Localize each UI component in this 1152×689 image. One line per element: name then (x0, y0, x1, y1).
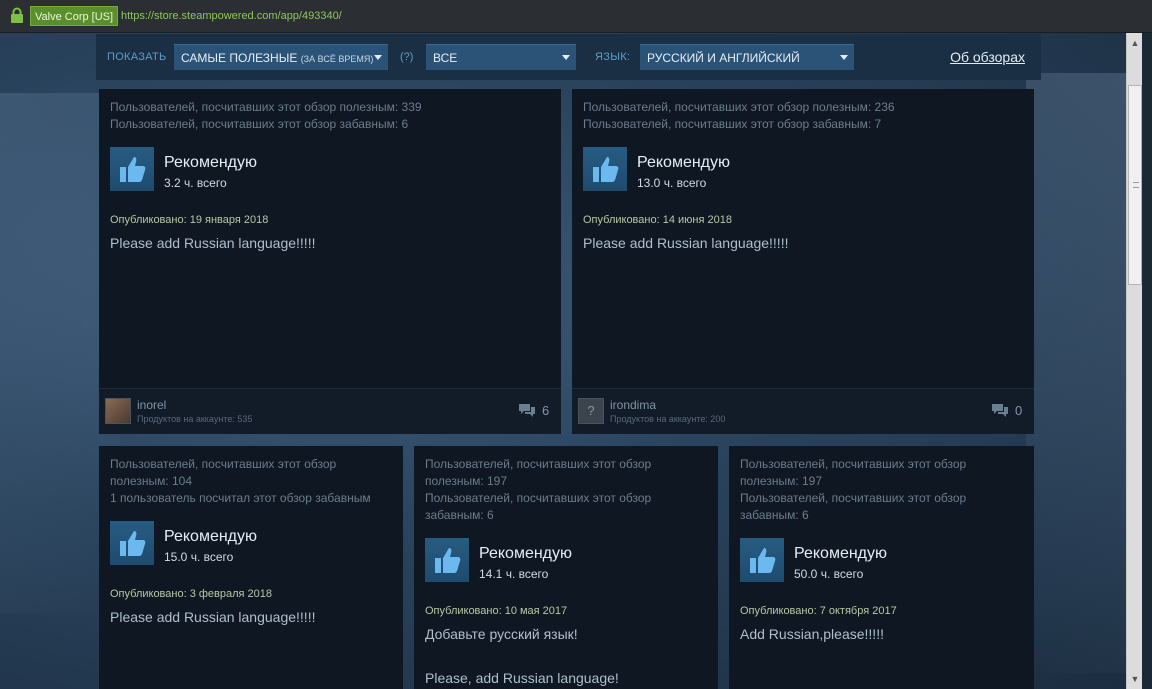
window-edge (1142, 33, 1152, 689)
funny-count-value: забавным: 6 (740, 508, 809, 522)
posted-date: Опубликовано: 19 января 2018 (110, 214, 269, 226)
chevron-down-icon (840, 55, 848, 60)
thumbs-up-icon[interactable] (740, 538, 784, 582)
comment-count[interactable]: 6 (542, 403, 549, 418)
scroll-down-icon[interactable]: ▼ (1129, 672, 1141, 686)
posted-date: Опубликовано: 7 октября 2017 (740, 605, 897, 617)
comment-count[interactable]: 0 (1015, 403, 1022, 418)
recommendation-label[interactable]: Рекомендую (794, 545, 887, 563)
recommendation-label[interactable]: Рекомендую (164, 528, 257, 546)
helpful-count: Пользователей, посчитавших этот обзор (110, 457, 337, 471)
review-stats: Пользователей, посчитавших этот обзор по… (740, 456, 966, 524)
chevron-down-icon (562, 55, 570, 60)
helpful-count-value: полезным: 104 (110, 474, 193, 488)
language-dropdown-value: РУССКИЙ И АНГЛИЙСКИЙ (647, 51, 800, 65)
helpful-count: Пользователей, посчитавших этот обзор (425, 457, 652, 471)
sort-dropdown-value: САМЫЕ ПОЛЕЗНЫЕ (181, 51, 298, 65)
hours-played: 50.0 ч. всего (794, 567, 864, 581)
funny-count: Пользователей, посчитавших этот обзор за… (110, 117, 409, 131)
review-card: Пользователей, посчитавших этот обзор по… (729, 446, 1034, 689)
thumbs-up-icon[interactable] (425, 538, 469, 582)
funny-count: Пользователей, посчитавших этот обзор (425, 491, 652, 505)
review-stats: Пользователей, посчитавших этот обзор по… (110, 456, 371, 507)
review-text: Add Russian,please!!!!! (740, 626, 884, 642)
review-author-footer: inorel Продуктов на аккаунте: 535 6 (99, 388, 561, 434)
posted-date: Опубликовано: 10 мая 2017 (425, 605, 568, 617)
background-art-right (1026, 73, 1126, 673)
thumbs-up-icon[interactable] (110, 147, 154, 191)
language-dropdown[interactable]: РУССКИЙ И АНГЛИЙСКИЙ (640, 44, 854, 70)
author-name[interactable]: inorel (137, 398, 166, 412)
review-type-dropdown[interactable]: ВСЕ (426, 44, 576, 70)
certificate-badge[interactable]: Valve Corp [US] (30, 6, 119, 26)
sort-dropdown-sub: (ЗА ВСЁ ВРЕМЯ) (300, 54, 374, 64)
hours-played: 3.2 ч. всего (164, 176, 227, 190)
comment-icon[interactable] (991, 403, 1009, 419)
hours-played: 14.1 ч. всего (479, 567, 549, 581)
avatar[interactable] (105, 398, 131, 424)
review-card: Пользователей, посчитавших этот обзор по… (99, 89, 561, 434)
comment-icon[interactable] (518, 403, 536, 419)
thumbs-up-icon[interactable] (110, 521, 154, 565)
helpful-count: Пользователей, посчитавших этот обзор (740, 457, 967, 471)
author-products: Продуктов на аккаунте: 535 (137, 414, 253, 424)
lock-icon (11, 7, 23, 23)
hours-played: 15.0 ч. всего (164, 550, 234, 564)
author-name[interactable]: irondima (610, 398, 656, 412)
helpful-count-value: полезным: 197 (425, 474, 508, 488)
sort-dropdown[interactable]: САМЫЕ ПОЛЕЗНЫЕ (ЗА ВСЁ ВРЕМЯ) (174, 44, 388, 70)
recommendation-label[interactable]: Рекомендую (479, 545, 572, 563)
review-filter-bar: ПОКАЗАТЬ САМЫЕ ПОЛЕЗНЫЕ (ЗА ВСЁ ВРЕМЯ) (… (96, 34, 1041, 80)
recommendation-label[interactable]: Рекомендую (164, 154, 257, 172)
review-text: Добавьте русский язык! (425, 626, 578, 642)
url-text[interactable]: https://store.steampowered.com/app/49334… (121, 10, 342, 22)
review-author-footer: ? irondima Продуктов на аккаунте: 200 0 (572, 388, 1034, 434)
helpful-count: Пользователей, посчитавших этот обзор по… (583, 100, 895, 114)
review-text: Please add Russian language!!!!! (110, 235, 316, 251)
chevron-down-icon (374, 55, 382, 60)
page-scrollbar[interactable]: ▲ ▼ (1126, 33, 1142, 689)
review-card: Пользователей, посчитавших этот обзор по… (572, 89, 1034, 434)
review-text: Please add Russian language!!!!! (110, 609, 316, 625)
review-stats: Пользователей, посчитавших этот обзор по… (110, 99, 422, 133)
scrollbar-thumb[interactable] (1128, 85, 1142, 285)
posted-date: Опубликовано: 14 июня 2018 (583, 214, 732, 226)
review-card: Пользователей, посчитавших этот обзор по… (99, 446, 403, 689)
helpful-count-value: полезным: 197 (740, 474, 823, 488)
review-type-value: ВСЕ (433, 51, 458, 65)
avatar[interactable]: ? (578, 398, 604, 424)
funny-count: Пользователей, посчитавших этот обзор за… (583, 117, 882, 131)
scrollbar-grip-icon (1133, 182, 1139, 188)
review-text-line2: Please, add Russian language! (425, 670, 619, 686)
review-card: Пользователей, посчитавших этот обзор по… (414, 446, 718, 689)
hours-played: 13.0 ч. всего (637, 176, 707, 190)
show-label: ПОКАЗАТЬ (107, 51, 167, 63)
funny-count: 1 пользователь посчитал этот обзор забав… (110, 491, 371, 505)
scroll-up-icon[interactable]: ▲ (1129, 36, 1141, 50)
helpful-count: Пользователей, посчитавших этот обзор по… (110, 100, 422, 114)
review-stats: Пользователей, посчитавших этот обзор по… (425, 456, 651, 524)
funny-count-value: забавным: 6 (425, 508, 494, 522)
language-label: ЯЗЫК: (595, 51, 631, 63)
address-bar: Valve Corp [US] https://store.steampower… (0, 0, 1152, 33)
help-icon[interactable]: (?) (400, 51, 413, 63)
thumbs-up-icon[interactable] (583, 147, 627, 191)
funny-count: Пользователей, посчитавших этот обзор (740, 491, 967, 505)
review-stats: Пользователей, посчитавших этот обзор по… (583, 99, 895, 133)
about-reviews-link[interactable]: Об обзорах (950, 49, 1025, 65)
posted-date: Опубликовано: 3 февраля 2018 (110, 588, 273, 600)
author-products: Продуктов на аккаунте: 200 (610, 414, 726, 424)
recommendation-label[interactable]: Рекомендую (637, 154, 730, 172)
review-text: Please add Russian language!!!!! (583, 235, 789, 251)
